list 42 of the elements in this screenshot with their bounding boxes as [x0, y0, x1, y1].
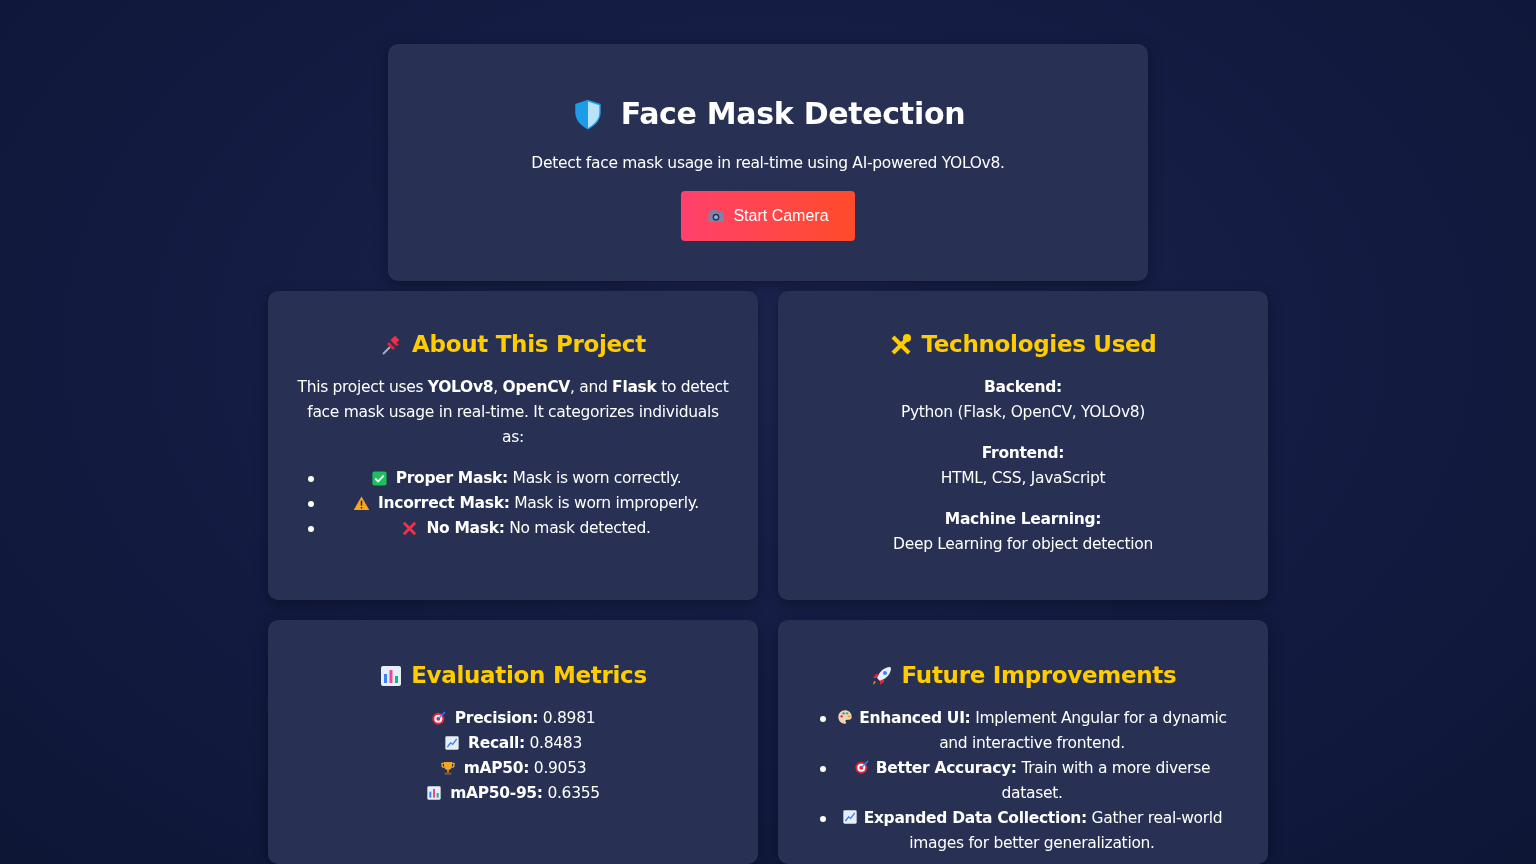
card-heading: Evaluation Metrics — [411, 662, 647, 690]
card-heading: Technologies Used — [921, 331, 1157, 359]
tech-value: HTML, CSS, JavaScript — [939, 467, 1107, 489]
checkmark-icon — [370, 469, 388, 487]
tech-value: Python (Flask, OpenCV, YOLOv8) — [899, 401, 1147, 423]
list-item-text: Incorrect Mask: Mask is worn improperly. — [378, 492, 699, 514]
tech-label: Backend: — [983, 376, 1063, 398]
page-title: Face Mask Detection — [620, 96, 966, 132]
metric-text: Recall: 0.8483 — [468, 732, 582, 754]
card-heading: About This Project — [412, 331, 646, 359]
trophy-icon — [439, 760, 456, 777]
line-chart-icon — [841, 808, 858, 825]
list-item-text: Expanded Data Collection: Gather real-world images for better generalization. — [841, 808, 1223, 852]
warning-icon — [353, 494, 371, 512]
metric-text: Precision: 0.8981 — [454, 707, 596, 729]
metric-text: mAP50-95: 0.6355 — [450, 782, 600, 804]
tech-label: Frontend: — [980, 442, 1066, 464]
bar-chart-icon — [379, 663, 404, 688]
bullet-icon — [820, 815, 826, 822]
tools-icon — [889, 332, 914, 357]
target-icon — [853, 758, 870, 775]
card-heading: Future Improvements — [901, 662, 1177, 690]
target-icon — [430, 710, 447, 727]
cross-icon — [401, 519, 419, 537]
bullet-icon — [308, 500, 314, 507]
list-item-text: Enhanced UI: Implement Angular for a dynamic and interactive frontend. — [837, 708, 1227, 752]
list-item-text: No Mask: No mask detected. — [426, 517, 651, 539]
start-camera-button[interactable]: Start Camera — [681, 191, 855, 242]
metric-text: mAP50: 0.9053 — [463, 757, 587, 779]
subtitle: Detect face mask usage in real-time using AI-powered YOLOv8. — [530, 153, 1006, 174]
line-chart-icon — [444, 735, 461, 752]
tech-value: Deep Learning for object detection — [892, 533, 1154, 555]
list-item-text: Better Accuracy: Train with a more diverse dataset. — [853, 758, 1211, 802]
intro-text: This project uses YOLOv8, OpenCV, and Flask to detect face mask usage in real-time. It categorizes individuals as: — [296, 376, 730, 448]
bullet-icon — [820, 715, 826, 722]
bullet-icon — [308, 525, 314, 532]
tech-label: Machine Learning: — [943, 508, 1103, 530]
bar-chart-icon — [426, 785, 443, 802]
list-item-text: Proper Mask: Mask is worn correctly. — [395, 467, 682, 489]
bullet-icon — [820, 765, 826, 772]
bullet-icon — [308, 475, 314, 482]
palette-icon — [837, 708, 854, 725]
